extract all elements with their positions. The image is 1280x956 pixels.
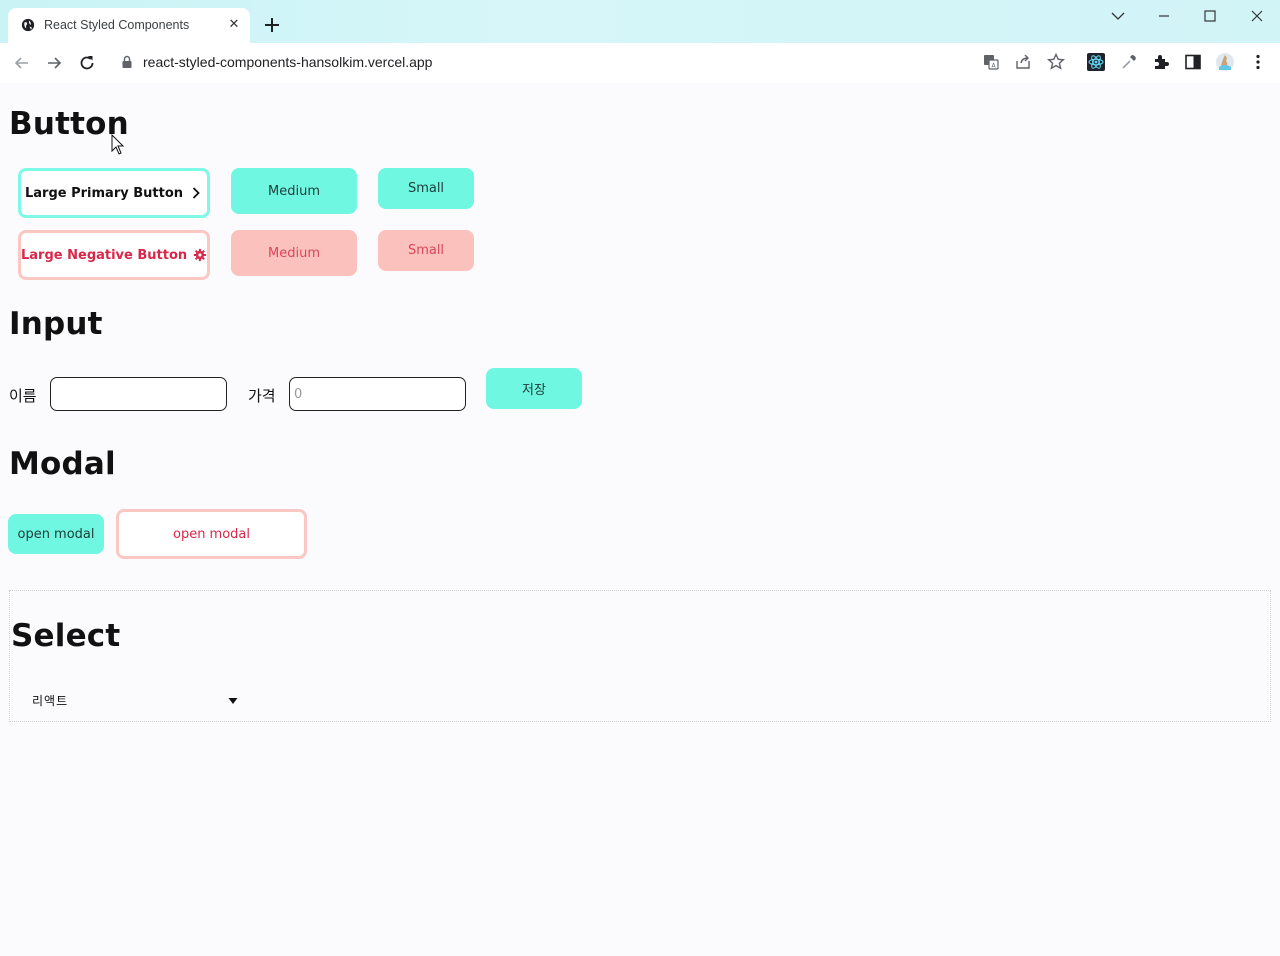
eyedropper-icon[interactable] <box>1119 52 1139 72</box>
react-devtools-icon[interactable] <box>1086 52 1106 72</box>
medium-negative-button[interactable]: Medium <box>231 230 357 276</box>
open-modal-negative-label: open modal <box>172 526 251 542</box>
close-window-icon[interactable] <box>1247 6 1267 26</box>
save-button-label: 저장 <box>522 383 546 398</box>
plus-icon[interactable] <box>262 15 282 35</box>
select-value: 리액트 <box>32 694 69 708</box>
lock-icon[interactable] <box>121 54 133 70</box>
browser-titlebar: React Styled Components ✕ <box>0 0 1280 43</box>
translate-icon[interactable]: A <box>981 52 1001 72</box>
name-label: 이름 <box>9 387 37 405</box>
extensions-icon[interactable] <box>1151 52 1171 72</box>
sidepanel-icon[interactable] <box>1183 52 1203 72</box>
small-primary-button[interactable]: Small <box>378 168 474 209</box>
language-select[interactable]: 리액트 <box>21 684 249 718</box>
caret-down-icon <box>228 698 238 704</box>
minimize-icon[interactable] <box>1154 6 1174 26</box>
browser-tab[interactable]: React Styled Components ✕ <box>8 8 250 43</box>
small-negative-button[interactable]: Small <box>378 230 474 271</box>
globe-icon <box>21 18 35 32</box>
browser-toolbar: react-styled-components-hansolkim.vercel… <box>0 43 1280 83</box>
large-primary-button[interactable]: Large Primary Button <box>18 168 210 218</box>
mouse-pointer-icon <box>111 134 125 155</box>
tab-close-icon[interactable]: ✕ <box>226 17 242 33</box>
open-modal-primary-button[interactable]: open modal <box>8 514 104 554</box>
select-section-title: Select <box>11 618 121 654</box>
address-bar[interactable]: react-styled-components-hansolkim.vercel… <box>143 54 432 70</box>
modal-section-title: Modal <box>9 446 116 482</box>
small-negative-button-label: Small <box>407 243 445 258</box>
tab-title: React Styled Components <box>44 18 190 32</box>
large-negative-button-label: Large Negative Button <box>21 247 188 263</box>
profile-avatar[interactable] <box>1215 52 1235 72</box>
reload-icon[interactable] <box>77 53 97 73</box>
star-icon[interactable] <box>1046 52 1066 72</box>
back-arrow-icon[interactable] <box>12 53 32 73</box>
medium-negative-button-label: Medium <box>268 245 320 261</box>
maximize-icon[interactable] <box>1200 6 1220 26</box>
medium-primary-button-label: Medium <box>268 183 320 199</box>
price-input[interactable] <box>289 377 466 411</box>
gear-icon <box>193 248 207 262</box>
price-label: 가격 <box>248 387 276 405</box>
large-negative-button[interactable]: Large Negative Button <box>18 230 210 280</box>
input-section-title: Input <box>9 306 103 342</box>
open-modal-primary-label: open modal <box>17 526 95 542</box>
small-primary-button-label: Small <box>407 181 445 196</box>
chevron-down-icon[interactable] <box>1108 6 1128 26</box>
medium-primary-button[interactable]: Medium <box>231 168 357 214</box>
large-primary-button-label: Large Primary Button <box>24 185 184 201</box>
chevron-right-icon <box>192 187 200 199</box>
forward-arrow-icon[interactable] <box>44 53 64 73</box>
share-icon[interactable] <box>1013 52 1033 72</box>
name-input[interactable] <box>50 377 227 411</box>
open-modal-negative-button[interactable]: open modal <box>116 509 307 559</box>
kebab-menu-icon[interactable] <box>1248 52 1268 72</box>
save-button[interactable]: 저장 <box>486 368 582 409</box>
